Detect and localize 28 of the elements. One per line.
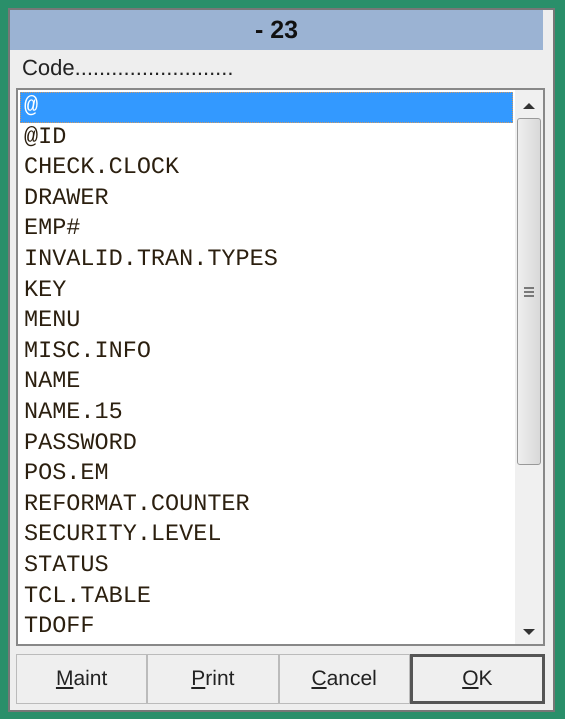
dialog-button[interactable]: OK [410, 654, 545, 704]
dialog-button[interactable]: Cancel [278, 654, 410, 704]
list-item[interactable]: TDOFF [20, 612, 515, 643]
list-item[interactable]: MENU [20, 306, 515, 337]
list-item[interactable]: MISC.INFO [20, 336, 515, 368]
list-item[interactable]: STATUS [20, 550, 515, 582]
scroll-thumb[interactable] [517, 118, 541, 465]
list-item[interactable]: CHECK.CLOCK [20, 153, 515, 184]
list-item[interactable]: @ID [20, 122, 515, 154]
window-title: - 23 [10, 10, 543, 50]
list-item[interactable]: EMP# [20, 214, 515, 245]
list-item[interactable]: SECURITY.LEVEL [20, 520, 515, 551]
list-item[interactable]: NAME.15 [20, 398, 515, 429]
list-item[interactable]: INVALID.TRAN.TYPES [20, 244, 515, 276]
list-item[interactable]: DRAWER [20, 184, 515, 214]
list-item[interactable]: TCL.TABLE [20, 582, 515, 612]
scroll-up-icon[interactable] [522, 102, 536, 110]
grip-icon [523, 286, 535, 296]
list-item[interactable]: REFORMAT.COUNTER [20, 490, 515, 520]
field-label: Code.......................... [21, 54, 235, 82]
list-item[interactable]: POS.EM [20, 459, 515, 490]
list-item[interactable]: KEY [20, 276, 515, 306]
dialog-button[interactable]: Maint [16, 654, 148, 704]
list-item[interactable]: PASSWORD [20, 428, 515, 460]
scrollbar[interactable] [515, 90, 543, 644]
list-item[interactable]: NAME [20, 367, 515, 398]
scroll-down-icon[interactable] [522, 628, 536, 636]
dialog-button[interactable]: Print [147, 654, 278, 704]
